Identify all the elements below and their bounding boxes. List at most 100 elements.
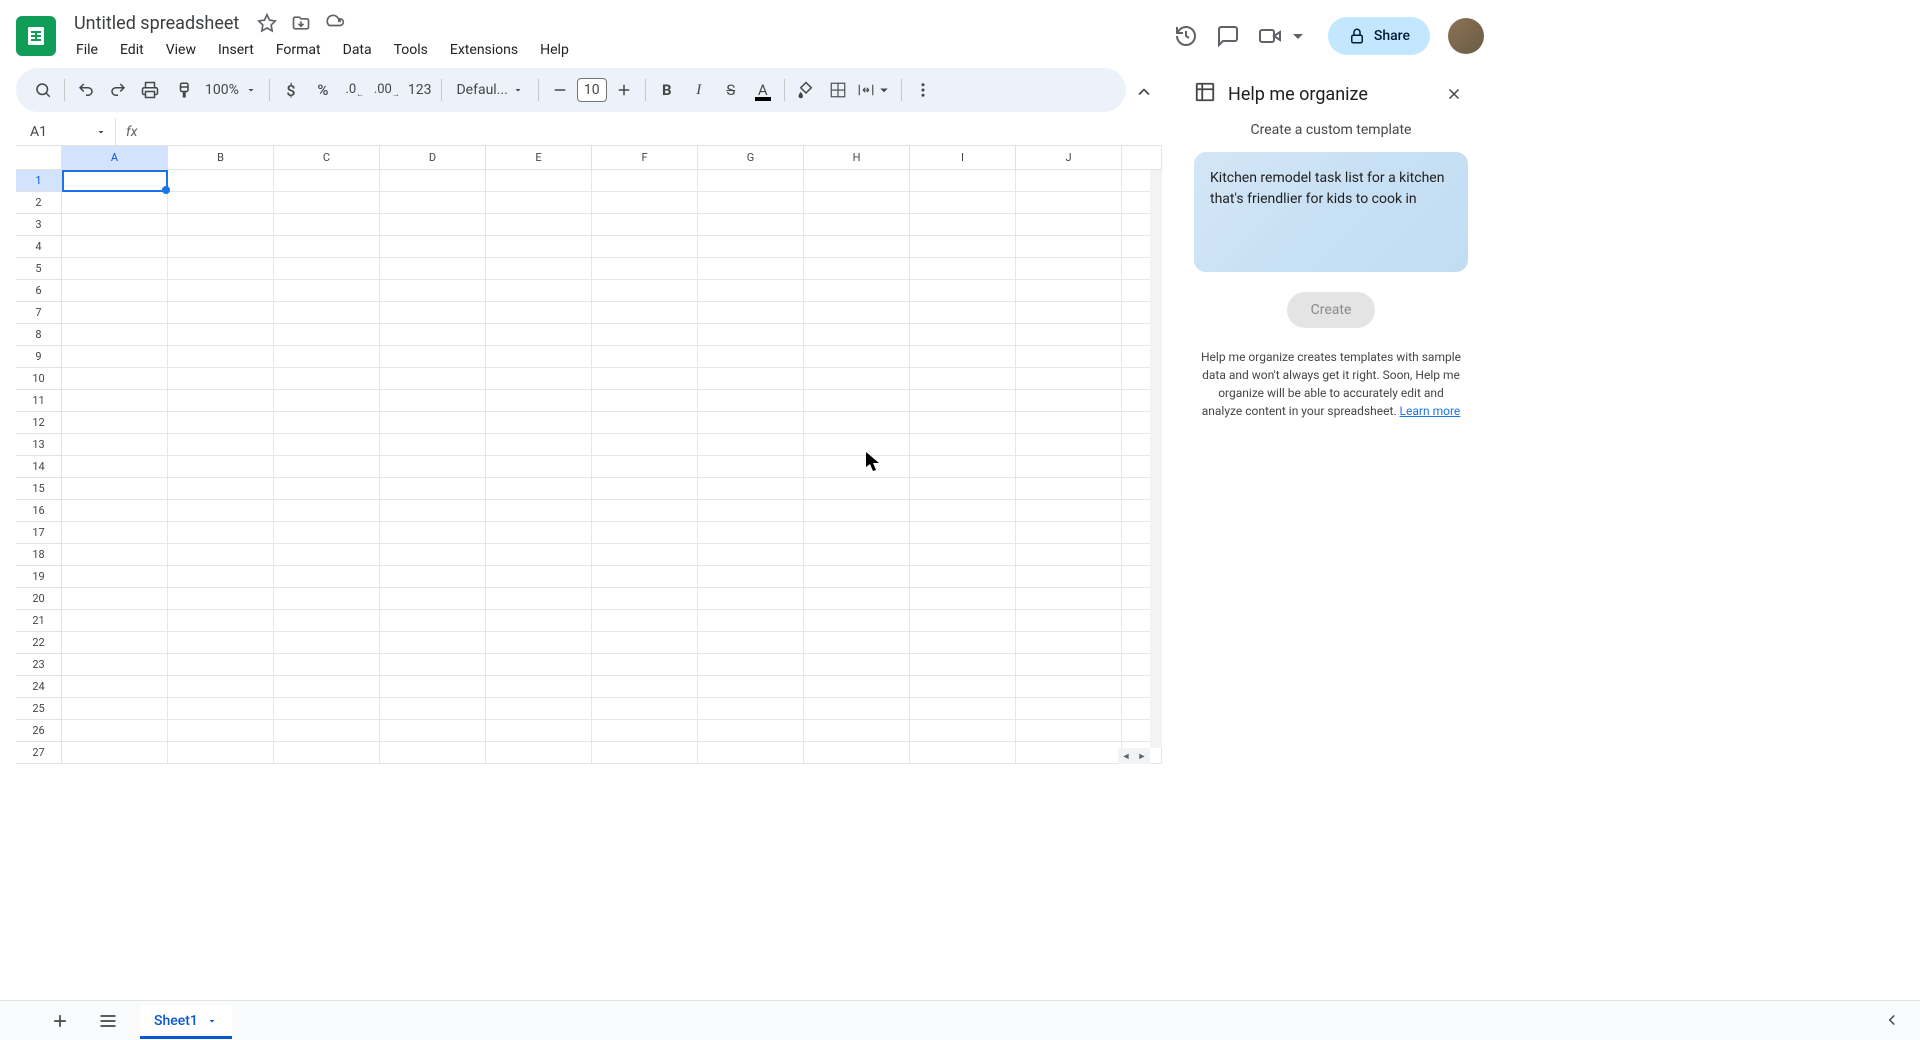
row-header-5[interactable]: 5 (16, 258, 62, 280)
meet-button[interactable] (1258, 24, 1310, 48)
menu-file[interactable]: File (68, 38, 106, 62)
column-header-J[interactable]: J (1016, 146, 1122, 169)
italic-button[interactable]: I (684, 75, 714, 105)
share-button[interactable]: Share (1328, 17, 1430, 55)
menu-view[interactable]: View (158, 38, 204, 62)
text-color-button[interactable]: A (748, 75, 778, 105)
formula-input[interactable] (147, 118, 1162, 145)
name-box[interactable]: A1 (16, 118, 116, 145)
row-header-1[interactable]: 1 (16, 170, 62, 192)
menu-tools[interactable]: Tools (386, 38, 436, 62)
decrease-decimal-button[interactable]: .0← (340, 75, 370, 105)
row-header-25[interactable]: 25 (16, 698, 62, 720)
column-header-C[interactable]: C (274, 146, 380, 169)
row-header-24[interactable]: 24 (16, 676, 62, 698)
search-menus-button[interactable] (28, 75, 58, 105)
column-header-D[interactable]: D (380, 146, 486, 169)
sheet-tab[interactable]: Sheet1 (140, 1005, 232, 1037)
strikethrough-button[interactable]: S (716, 75, 746, 105)
row-header-3[interactable]: 3 (16, 214, 62, 236)
fill-color-button[interactable] (791, 75, 821, 105)
bold-button[interactable]: B (652, 75, 682, 105)
number-format-button[interactable]: 123 (404, 75, 436, 105)
menu-help[interactable]: Help (532, 38, 577, 62)
document-title[interactable]: Untitled spreadsheet (68, 11, 245, 36)
side-panel-subtitle: Create a custom template (1194, 122, 1468, 138)
close-panel-button[interactable] (1440, 80, 1468, 108)
font-select[interactable]: Defaul... (448, 82, 531, 98)
row-header-4[interactable]: 4 (16, 236, 62, 258)
column-header-H[interactable]: H (804, 146, 910, 169)
sheets-logo[interactable] (16, 16, 56, 56)
toolbar: 100% $ % .0← .00→ 123 Defaul... (16, 68, 1126, 112)
row-header-15[interactable]: 15 (16, 478, 62, 500)
percent-button[interactable]: % (308, 75, 338, 105)
row-header-12[interactable]: 12 (16, 412, 62, 434)
menu-format[interactable]: Format (268, 38, 329, 62)
zoom-select[interactable]: 100% (199, 82, 263, 98)
row-header-17[interactable]: 17 (16, 522, 62, 544)
column-header-F[interactable]: F (592, 146, 698, 169)
row-header-11[interactable]: 11 (16, 390, 62, 412)
row-header-19[interactable]: 19 (16, 566, 62, 588)
currency-button[interactable]: $ (276, 75, 306, 105)
side-panel-title: Help me organize (1228, 84, 1428, 105)
paint-format-button[interactable] (167, 75, 197, 105)
menu-edit[interactable]: Edit (112, 38, 152, 62)
row-header-22[interactable]: 22 (16, 632, 62, 654)
row-header-7[interactable]: 7 (16, 302, 62, 324)
prompt-textarea[interactable]: Kitchen remodel task list for a kitchen … (1194, 152, 1468, 272)
column-header-E[interactable]: E (486, 146, 592, 169)
print-button[interactable] (135, 75, 165, 105)
share-label: Share (1374, 28, 1410, 44)
row-header-13[interactable]: 13 (16, 434, 62, 456)
row-header-23[interactable]: 23 (16, 654, 62, 676)
learn-more-link[interactable]: Learn more (1400, 404, 1461, 418)
column-header-A[interactable]: A (62, 146, 168, 169)
row-header-14[interactable]: 14 (16, 456, 62, 478)
font-size-input[interactable] (577, 78, 607, 102)
history-icon[interactable] (1174, 24, 1198, 48)
row-header-21[interactable]: 21 (16, 610, 62, 632)
add-sheet-button[interactable] (44, 1005, 76, 1037)
vertical-scrollbar[interactable] (1150, 170, 1162, 748)
row-header-16[interactable]: 16 (16, 500, 62, 522)
menu-bar: File Edit View Insert Format Data Tools … (68, 38, 1174, 62)
more-toolbar-button[interactable] (908, 75, 938, 105)
redo-button[interactable] (103, 75, 133, 105)
decrease-font-size-button[interactable] (545, 75, 575, 105)
merge-cells-button[interactable] (855, 75, 895, 105)
increase-font-size-button[interactable] (609, 75, 639, 105)
create-button[interactable]: Create (1287, 292, 1376, 328)
row-header-27[interactable]: 27 (16, 742, 62, 764)
row-header-9[interactable]: 9 (16, 346, 62, 368)
row-header-18[interactable]: 18 (16, 544, 62, 566)
row-header-10[interactable]: 10 (16, 368, 62, 390)
horizontal-scroll-nav[interactable]: ◄► (1118, 748, 1150, 764)
row-header-20[interactable]: 20 (16, 588, 62, 610)
column-header-B[interactable]: B (168, 146, 274, 169)
row-header-8[interactable]: 8 (16, 324, 62, 346)
comments-icon[interactable] (1216, 24, 1240, 48)
menu-extensions[interactable]: Extensions (442, 38, 526, 62)
borders-button[interactable] (823, 75, 853, 105)
row-header-26[interactable]: 26 (16, 720, 62, 742)
cloud-status-icon[interactable] (325, 13, 345, 33)
menu-data[interactable]: Data (335, 38, 380, 62)
explore-button[interactable] (1880, 1008, 1904, 1032)
account-avatar[interactable] (1448, 18, 1484, 54)
undo-button[interactable] (71, 75, 101, 105)
move-icon[interactable] (291, 13, 311, 33)
star-icon[interactable] (257, 13, 277, 33)
collapse-toolbar-button[interactable] (1126, 74, 1162, 110)
select-all-corner[interactable] (16, 146, 62, 169)
increase-decimal-button[interactable]: .00→ (372, 75, 402, 105)
cells-area[interactable] (62, 170, 1162, 764)
row-header-2[interactable]: 2 (16, 192, 62, 214)
all-sheets-button[interactable] (92, 1005, 124, 1037)
row-header-6[interactable]: 6 (16, 280, 62, 302)
zoom-value: 100% (205, 82, 239, 98)
menu-insert[interactable]: Insert (210, 38, 262, 62)
column-header-I[interactable]: I (910, 146, 1016, 169)
column-header-G[interactable]: G (698, 146, 804, 169)
